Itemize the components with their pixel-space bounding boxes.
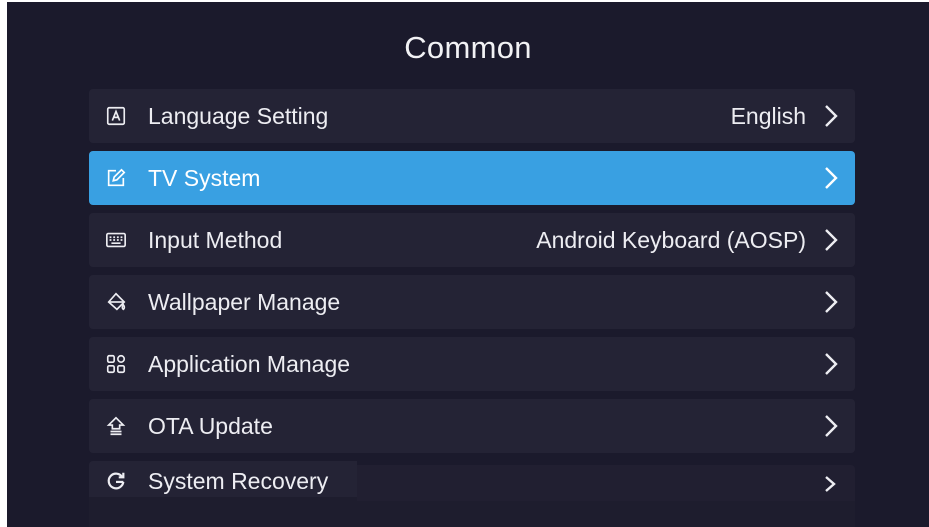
chevron-right-icon: [820, 411, 842, 441]
row-background: [357, 465, 855, 501]
language-icon: [103, 103, 129, 129]
setting-item-system-recovery[interactable]: System Recovery: [89, 461, 855, 501]
setting-item-label: OTA Update: [148, 412, 273, 439]
chevron-right-icon: [820, 469, 842, 499]
setting-item-value: Android Keyboard (AOSP): [536, 226, 806, 253]
setting-item-tv-system[interactable]: TV System: [89, 151, 855, 205]
page-title: Common: [404, 30, 532, 65]
chevron-right-icon: [820, 287, 842, 317]
paint-bucket-icon: [103, 289, 129, 315]
apps-grid-icon: [103, 351, 129, 377]
setting-item-label: System Recovery: [148, 467, 329, 494]
settings-list: Language Setting English TV System Input…: [89, 89, 855, 509]
setting-item-label: Input Method: [148, 226, 283, 253]
setting-item-ota-update[interactable]: OTA Update: [89, 399, 855, 453]
setting-item-application[interactable]: Application Manage: [89, 337, 855, 391]
edit-icon: [103, 165, 129, 191]
setting-item-wallpaper[interactable]: Wallpaper Manage: [89, 275, 855, 329]
setting-item-label: Wallpaper Manage: [148, 288, 341, 315]
upload-icon: [103, 413, 129, 439]
chevron-right-icon: [820, 349, 842, 379]
setting-item-input-method[interactable]: Input Method Android Keyboard (AOSP): [89, 213, 855, 267]
setting-item-label: TV System: [148, 164, 261, 191]
setting-item-label: Language Setting: [148, 102, 329, 129]
chevron-right-icon: [820, 101, 842, 131]
chevron-right-icon: [820, 163, 842, 193]
setting-item-language[interactable]: Language Setting English: [89, 89, 855, 143]
setting-item-label: Application Manage: [148, 350, 351, 377]
settings-screen: Common Language Setting English TV Syste…: [7, 2, 929, 527]
setting-item-value: English: [730, 102, 806, 129]
chevron-right-icon: [820, 225, 842, 255]
refresh-icon: [103, 468, 129, 494]
keyboard-icon: [103, 227, 129, 253]
